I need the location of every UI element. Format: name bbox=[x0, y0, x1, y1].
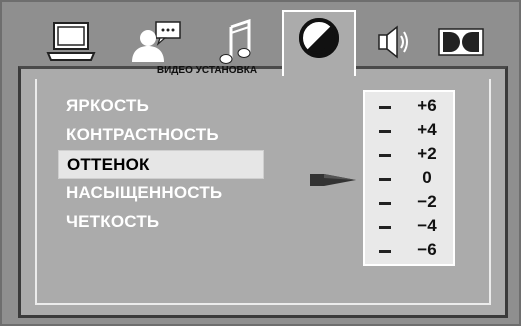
scale-row-current[interactable]: 0 bbox=[365, 166, 453, 190]
scale-row[interactable]: −4 bbox=[365, 214, 453, 238]
scale-value: −6 bbox=[417, 240, 437, 259]
scale-value: +2 bbox=[417, 144, 437, 163]
scale-row[interactable]: +6 bbox=[365, 94, 453, 118]
speaker-icon bbox=[373, 22, 413, 62]
scale-tick bbox=[379, 250, 391, 253]
dolby-icon bbox=[438, 27, 484, 57]
contrast-icon bbox=[297, 16, 341, 60]
scale-row[interactable]: +4 bbox=[365, 118, 453, 142]
scale-value: −2 bbox=[417, 192, 437, 211]
video-settings-menu: ЯРКОСТЬ КОНТРАСТНОСТЬ ОТТЕНОК НАСЫЩЕННОС… bbox=[58, 92, 268, 237]
menu-item-saturation[interactable]: НАСЫЩЕННОСТЬ bbox=[58, 179, 268, 208]
tab-dolby[interactable] bbox=[432, 16, 490, 68]
tab-speaker[interactable] bbox=[364, 16, 422, 68]
scale-row[interactable]: −2 bbox=[365, 190, 453, 214]
tab-audio-music[interactable] bbox=[210, 16, 268, 68]
menu-item-sharpness[interactable]: ЧЕТКОСТЬ bbox=[58, 208, 268, 237]
menu-item-hue[interactable]: ОТТЕНОК bbox=[58, 150, 264, 179]
tab-general[interactable] bbox=[42, 16, 100, 68]
scale-row[interactable]: +2 bbox=[365, 142, 453, 166]
scale-row[interactable]: −6 bbox=[365, 238, 453, 262]
menu-item-contrast[interactable]: КОНТРАСТНОСТЬ bbox=[58, 121, 268, 150]
scale-tick bbox=[379, 178, 391, 181]
tab-language[interactable] bbox=[127, 16, 185, 68]
menu-item-brightness[interactable]: ЯРКОСТЬ bbox=[58, 92, 268, 121]
monitor-icon bbox=[45, 21, 97, 63]
scale-value: +4 bbox=[417, 120, 437, 139]
scale-value: −4 bbox=[417, 216, 437, 235]
scale-tick bbox=[379, 130, 391, 133]
scale-tick bbox=[379, 202, 391, 205]
scale-value: 0 bbox=[422, 168, 432, 187]
setup-tab-bar bbox=[42, 10, 502, 76]
scale-value: +6 bbox=[417, 96, 437, 115]
scale-tick bbox=[379, 226, 391, 229]
scale-tick bbox=[379, 106, 391, 109]
scale-tick bbox=[379, 154, 391, 157]
dvd-setup-screen: ВИДЕО УСТАНОВКА ЯРКОСТЬ КОНТРАСТНОСТЬ ОТ… bbox=[0, 0, 521, 326]
value-pointer-icon bbox=[310, 172, 356, 188]
section-title: ВИДЕО УСТАНОВКА bbox=[156, 65, 258, 76]
tab-video-setup[interactable] bbox=[282, 10, 356, 76]
value-scale[interactable]: +6 +4 +2 0 −2 −4 −6 bbox=[363, 90, 455, 266]
music-note-icon bbox=[219, 19, 259, 65]
user-chat-icon bbox=[128, 20, 184, 64]
